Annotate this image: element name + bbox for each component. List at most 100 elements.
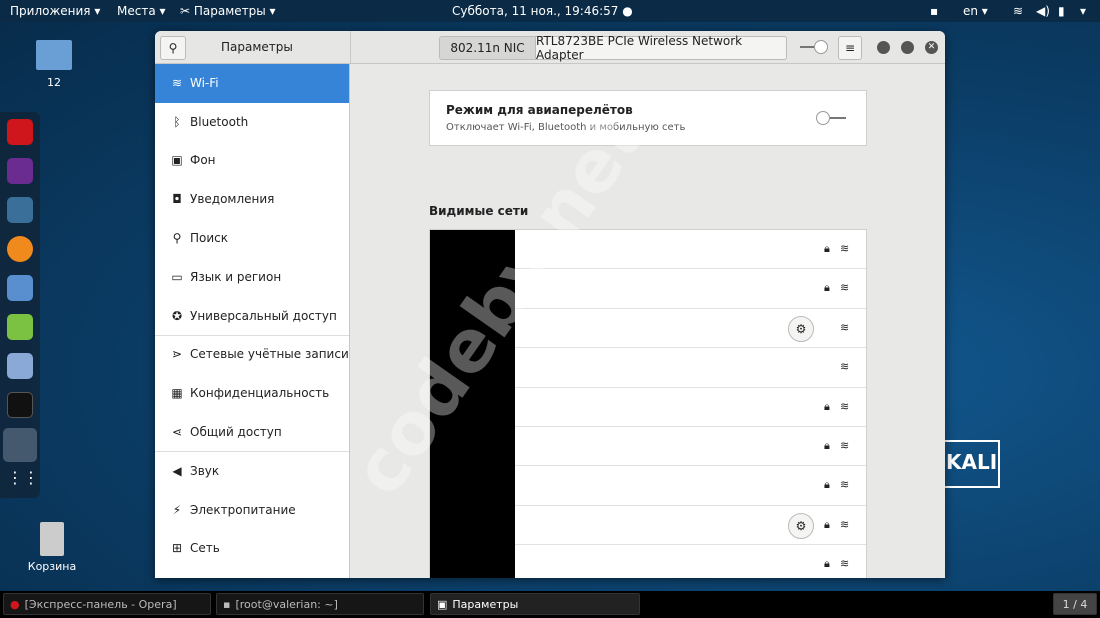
sidebar-item-label: Wi-Fi bbox=[190, 75, 219, 90]
sidebar-item-label: Общий доступ bbox=[190, 425, 282, 440]
applications-menu[interactable]: Приложения ▾ bbox=[10, 4, 100, 18]
power-icon: ⚡ bbox=[172, 502, 182, 517]
header-bar: ⚲ Параметры 802.11n NIC RTL8723BE PCIe W… bbox=[155, 31, 945, 64]
settings-menu[interactable]: ✂ Параметры ▾ bbox=[180, 4, 276, 18]
sidebar-item-search[interactable]: ⚲ Поиск bbox=[155, 219, 349, 258]
wifi-icon: ≋ bbox=[171, 75, 183, 90]
online-accounts-icon: ⋗ bbox=[171, 347, 183, 362]
sidebar-item-label: Конфиденциальность bbox=[190, 386, 330, 401]
sidebar-item-wifi[interactable]: ≋ Wi-Fi bbox=[155, 64, 349, 103]
wifi-signal-icon: ≋ bbox=[840, 438, 850, 452]
sidebar: ≋ Wi-Fi ᛒ Bluetooth ▣ Фон ◘ Уведомления ⚲ Поиск ▭ Я… bbox=[155, 64, 350, 578]
wifi-toggle[interactable] bbox=[800, 40, 828, 54]
sidebar-item-power[interactable]: ⚡ Электропитание bbox=[155, 491, 349, 530]
close-button[interactable]: ✕ bbox=[925, 41, 938, 54]
sidebar-item-background[interactable]: ▣ Фон bbox=[155, 142, 349, 181]
wifi-signal-icon: ≋ bbox=[840, 281, 850, 295]
sidebar-item-label: Фон bbox=[190, 153, 216, 168]
sidebar-item-online-accounts[interactable]: ⋗ Сетевые учётные записи bbox=[155, 336, 349, 375]
wifi-signal-icon: ≋ bbox=[840, 360, 850, 374]
sidebar-item-region[interactable]: ▭ Язык и регион bbox=[155, 258, 349, 297]
network-settings-button[interactable]: ⚙ bbox=[788, 315, 814, 342]
maltego-icon[interactable] bbox=[7, 197, 33, 223]
tab-802-11n-nic[interactable]: 802.11n NIC bbox=[439, 36, 536, 60]
desktop-trash[interactable]: Корзина bbox=[22, 522, 82, 573]
clock[interactable]: Суббота, 11 ноя., 19:46:57 ● bbox=[452, 4, 633, 18]
notifications-icon: ◘ bbox=[172, 192, 182, 207]
network-settings-button[interactable]: ⚙ bbox=[788, 512, 814, 539]
sidebar-item-label: Сетевые учётные записи bbox=[190, 347, 349, 362]
wifi-signal-icon: ≋ bbox=[840, 517, 850, 531]
accessibility-icon: ✪ bbox=[171, 308, 183, 323]
lock-icon: 🔒︎ bbox=[824, 438, 830, 452]
lock-icon: 🔒︎ bbox=[824, 517, 830, 531]
sidebar-item-label: Сеть bbox=[190, 541, 220, 556]
sidebar-item-label: Язык и регион bbox=[190, 269, 282, 284]
background-icon: ▣ bbox=[171, 153, 183, 168]
maximize-button[interactable] bbox=[901, 41, 914, 54]
software-icon[interactable] bbox=[7, 353, 33, 379]
redacted-network-names bbox=[430, 230, 515, 578]
sidebar-item-label: Звук bbox=[190, 463, 220, 478]
desktop-folder[interactable]: 12 bbox=[24, 40, 84, 89]
sound-icon: ◀ bbox=[172, 463, 182, 478]
region-icon: ▭ bbox=[171, 269, 183, 284]
language-menu[interactable]: en ▾ bbox=[963, 4, 988, 18]
settings-window: ⚲ Параметры 802.11n NIC RTL8723BE PCIe W… bbox=[155, 31, 945, 578]
taskbar-item-opera[interactable]: ● [Экспресс-панель - Opera] bbox=[3, 593, 211, 615]
volume-icon[interactable]: ◀) bbox=[1036, 4, 1050, 18]
airplane-mode-subtitle: Отключает Wi-Fi, Bluetooth и мобильную с… bbox=[446, 122, 686, 133]
wifi-signal-icon: ≋ bbox=[840, 320, 850, 334]
show-apps-icon[interactable]: ⋮⋮ bbox=[7, 468, 39, 494]
sidebar-item-label: Электропитание bbox=[190, 502, 296, 517]
battery-icon[interactable]: ▮ bbox=[1058, 4, 1065, 18]
wifi-signal-icon: ≋ bbox=[840, 242, 850, 255]
taskbar-label: Параметры bbox=[452, 597, 519, 611]
terminal-icon[interactable] bbox=[7, 392, 33, 418]
sidebar-item-sharing[interactable]: ⋖ Общий доступ bbox=[155, 413, 349, 452]
tools-icon: ✂ bbox=[180, 4, 194, 18]
sidebar-item-network[interactable]: ⊞ Сеть bbox=[155, 530, 349, 569]
taskbar-item-terminal[interactable]: ▪ [root@valerian: ~] bbox=[216, 593, 424, 615]
lock-icon: 🔒︎ bbox=[824, 557, 830, 571]
trash-label: Корзина bbox=[27, 560, 77, 573]
workspace-switcher[interactable]: 1 / 4 bbox=[1053, 593, 1097, 615]
files-icon[interactable] bbox=[7, 275, 33, 301]
firefox-icon[interactable] bbox=[7, 236, 33, 262]
dock: ⋮⋮ bbox=[0, 112, 40, 498]
text-editor-icon[interactable] bbox=[7, 314, 33, 340]
system-menu-chevron-icon[interactable]: ▾ bbox=[1080, 4, 1086, 18]
opera-icon[interactable] bbox=[7, 119, 33, 145]
terminal-emulator-icon[interactable] bbox=[7, 158, 33, 184]
visible-networks-heading: Видимые сети bbox=[429, 204, 529, 218]
sidebar-item-bluetooth[interactable]: ᛒ Bluetooth bbox=[155, 103, 349, 142]
sidebar-item-privacy[interactable]: ▦ Конфиденциальность bbox=[155, 374, 349, 413]
folder-icon bbox=[36, 40, 72, 70]
lock-icon: 🔒︎ bbox=[824, 281, 830, 295]
sidebar-item-notifications[interactable]: ◘ Уведомления bbox=[155, 180, 349, 219]
kali-logo: KALI bbox=[940, 440, 1000, 488]
sharing-icon: ⋖ bbox=[171, 425, 183, 440]
search-icon: ⚲ bbox=[168, 41, 178, 55]
terminal-icon: ▪ bbox=[223, 597, 231, 611]
screenshot-icon[interactable]: ▪ bbox=[930, 4, 938, 18]
menu-button[interactable]: ≡ bbox=[838, 36, 862, 60]
minimize-button[interactable] bbox=[877, 41, 890, 54]
search-button[interactable]: ⚲ bbox=[160, 36, 186, 60]
wifi-status-icon[interactable]: ≋ bbox=[1013, 4, 1023, 18]
taskbar-item-settings[interactable]: ▣ Параметры bbox=[430, 593, 640, 615]
bluetooth-icon: ᛒ bbox=[173, 114, 181, 129]
sidebar-item-accessibility[interactable]: ✪ Универсальный доступ bbox=[155, 297, 349, 336]
privacy-icon: ▦ bbox=[171, 386, 183, 401]
places-menu[interactable]: Места ▾ bbox=[117, 4, 166, 18]
lock-icon: 🔒︎ bbox=[824, 399, 830, 413]
airplane-mode-toggle[interactable] bbox=[816, 111, 846, 125]
tab-rtl8723be[interactable]: RTL8723BE PCIe Wireless Network Adapter bbox=[535, 34, 787, 62]
top-bar: Приложения ▾ Места ▾ ✂ Параметры ▾ Суббо… bbox=[0, 0, 1100, 22]
settings-app-icon[interactable] bbox=[3, 428, 37, 462]
trash-icon bbox=[40, 522, 64, 556]
wifi-signal-icon: ≋ bbox=[840, 399, 850, 413]
sidebar-item-sound[interactable]: ◀ Звук bbox=[155, 452, 349, 491]
settings-menu-label: Параметры ▾ bbox=[193, 4, 276, 18]
sidebar-item-label: Поиск bbox=[190, 231, 229, 246]
